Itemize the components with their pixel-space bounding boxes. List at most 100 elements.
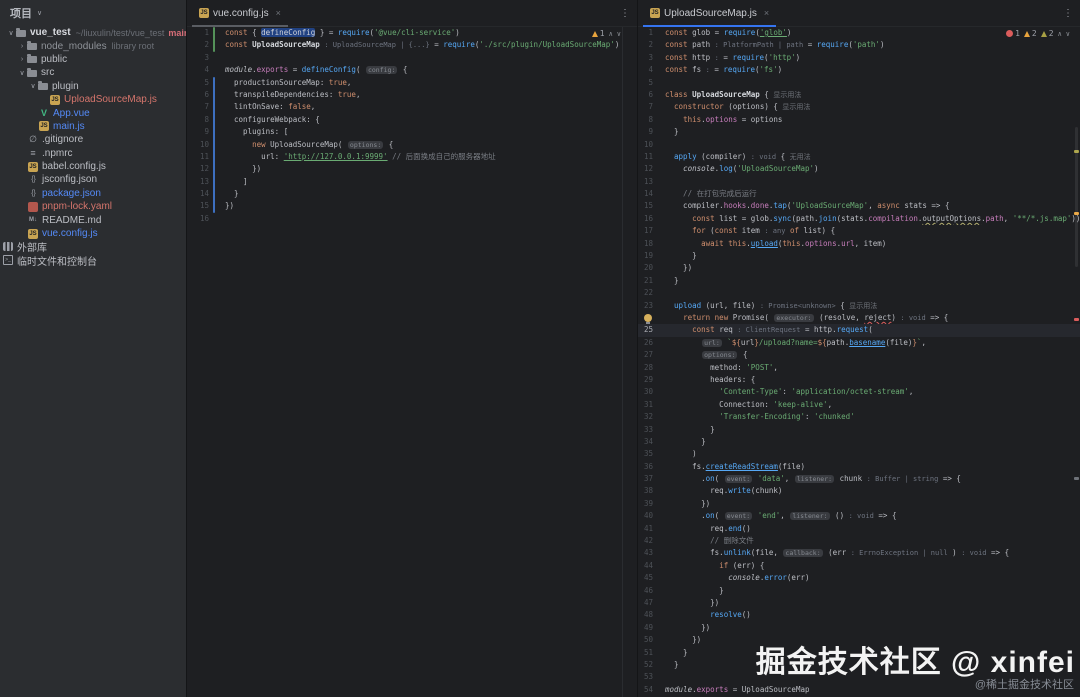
tree-item[interactable]: JS babel.config.js [0, 160, 186, 173]
code-line[interactable]: 45 console.error(err) [638, 572, 1080, 584]
line-number[interactable]: 49 [638, 622, 653, 634]
tab-upload-source-map-js[interactable]: JS UploadSourceMap.js × [643, 0, 777, 27]
line-number[interactable]: 1 [187, 27, 209, 39]
code-line[interactable]: return new Promise( executor: (resolve, … [638, 312, 1080, 324]
code-line[interactable]: 19 } [638, 250, 1080, 262]
tree-item[interactable]: ∨ plugin [0, 80, 186, 93]
line-number[interactable]: 35 [638, 448, 653, 460]
chevron-down-icon[interactable]: ∨ [17, 69, 27, 77]
line-number[interactable]: 15 [187, 200, 209, 212]
tree-item[interactable]: >_ 临时文件和控制台 [0, 254, 186, 267]
warning-badge[interactable]: 2 [1023, 29, 1037, 38]
code-line[interactable]: 1 const { defineConfig } = require('@vue/… [187, 27, 637, 39]
line-number[interactable]: 23 [638, 300, 653, 312]
code-line[interactable]: 20 }) [638, 262, 1080, 274]
code-line[interactable]: 28 method: 'POST', [638, 362, 1080, 374]
line-number[interactable]: 2 [638, 39, 653, 51]
line-number[interactable]: 50 [638, 634, 653, 646]
code-line[interactable]: 35 ) [638, 448, 1080, 460]
chevron-right-icon[interactable]: › [17, 56, 27, 63]
code-line[interactable]: 10 [638, 139, 1080, 151]
line-number[interactable]: 4 [638, 64, 653, 76]
tree-item[interactable]: JS main.js [0, 120, 186, 133]
line-number[interactable]: 36 [638, 461, 653, 473]
code-line[interactable]: 23 upload (url, file) : Promise<unknown>… [638, 300, 1080, 312]
line-number[interactable]: 5 [187, 77, 209, 89]
code-line[interactable]: 10 new UploadSourceMap( options: { [187, 139, 637, 151]
code-line[interactable]: 46 } [638, 585, 1080, 597]
tab-vue-config-js[interactable]: JS vue.config.js × [192, 0, 288, 27]
previous-problem-icon[interactable]: ∧ [609, 30, 613, 38]
code-line[interactable]: 15 compiler.hooks.done.tap('UploadSource… [638, 200, 1080, 212]
line-number[interactable]: 10 [638, 139, 653, 151]
line-number[interactable]: 7 [638, 101, 653, 113]
code-line[interactable]: 43 fs.unlink(file, callback: (err : Errn… [638, 547, 1080, 559]
code-line[interactable]: 12 console.log('UploadSourceMap') [638, 163, 1080, 175]
code-line[interactable]: 40 .on( event: 'end', listener: () : voi… [638, 510, 1080, 522]
code-line[interactable]: 18 await this.upload(this.options.url, i… [638, 238, 1080, 250]
code-line[interactable]: 12 }) [187, 163, 637, 175]
code-editor-upload-source-map[interactable]: 1 const glob = require('glob') 2 const path… [638, 27, 1080, 697]
line-number[interactable]: 4 [187, 64, 209, 76]
tree-item[interactable]: { } jsconfig.json [0, 173, 186, 186]
tree-item[interactable]: ∨ vue_test ~/liuxulin/test/vue_testmain / … [0, 26, 186, 39]
line-number[interactable]: 27 [638, 349, 653, 361]
line-number[interactable]: 34 [638, 436, 653, 448]
line-number[interactable]: 22 [638, 287, 653, 299]
line-number[interactable]: 51 [638, 647, 653, 659]
code-line[interactable]: 14 } [187, 188, 637, 200]
line-number[interactable]: 25 [638, 324, 653, 336]
code-line[interactable]: 8 this.options = options [638, 114, 1080, 126]
line-number[interactable]: 20 [638, 262, 653, 274]
line-number[interactable]: 48 [638, 609, 653, 621]
code-line[interactable]: 3 const http : = require('http') [638, 52, 1080, 64]
code-line[interactable]: 32 'Transfer-Encoding': 'chunked' [638, 411, 1080, 423]
line-number[interactable]: 2 [187, 39, 209, 51]
line-number[interactable]: 14 [187, 188, 209, 200]
project-panel-header[interactable]: 项目 ∨ [0, 0, 186, 26]
tree-item[interactable]: M↓ README.md [0, 213, 186, 226]
line-number[interactable]: 13 [638, 176, 653, 188]
code-line[interactable]: 36 fs.createReadStream(file) [638, 461, 1080, 473]
code-line[interactable]: 13 [638, 176, 1080, 188]
comment-stripe-mark[interactable] [1074, 477, 1079, 480]
line-number[interactable]: 7 [187, 101, 209, 113]
line-number[interactable]: 52 [638, 659, 653, 671]
line-number[interactable]: 15 [638, 200, 653, 212]
code-line[interactable]: 25 const req : ClientRequest = http.requ… [638, 324, 1080, 337]
code-line[interactable]: 30 'Content-Type': 'application/octet-st… [638, 386, 1080, 398]
line-number[interactable]: 18 [638, 238, 653, 250]
line-number[interactable]: 11 [638, 151, 653, 163]
close-icon[interactable]: × [276, 8, 281, 18]
line-number[interactable]: 14 [638, 188, 653, 200]
code-line[interactable]: 9 plugins: [ [187, 126, 637, 138]
line-number[interactable]: 12 [638, 163, 653, 175]
line-number[interactable]: 29 [638, 374, 653, 386]
tree-item[interactable]: JS UploadSourceMap.js [0, 93, 186, 106]
line-number[interactable]: 12 [187, 163, 209, 175]
code-line[interactable]: 11 url: 'http://127.0.0.1:9999' // 后面换成自… [187, 151, 637, 163]
code-line[interactable]: 39 }) [638, 498, 1080, 510]
line-number[interactable]: 21 [638, 275, 653, 287]
code-line[interactable]: 8 configureWebpack: { [187, 114, 637, 126]
line-number[interactable]: 30 [638, 386, 653, 398]
tree-item[interactable]: ∨ src [0, 66, 186, 79]
tree-item[interactable]: JS vue.config.js [0, 227, 186, 240]
error-badge[interactable]: 1 [1006, 29, 1020, 38]
code-line[interactable]: 2 const path : PlatformPath | path = requ… [638, 39, 1080, 51]
line-number[interactable]: 10 [187, 139, 209, 151]
line-number[interactable]: 38 [638, 485, 653, 497]
weak-warning-badge[interactable]: 2 [1040, 29, 1054, 38]
next-problem-icon[interactable]: ∨ [617, 30, 621, 38]
line-number[interactable]: 1 [638, 27, 653, 39]
chevron-down-icon[interactable]: ∨ [28, 82, 38, 90]
line-number[interactable]: 54 [638, 684, 653, 696]
code-line[interactable]: 14 // 在打包完成后运行 [638, 188, 1080, 200]
line-number[interactable]: 5 [638, 77, 653, 89]
line-number[interactable]: 42 [638, 535, 653, 547]
code-line[interactable]: 27 options: { [638, 349, 1080, 361]
line-number[interactable]: 19 [638, 250, 653, 262]
code-line[interactable]: 3 [187, 52, 637, 64]
line-number[interactable]: 3 [638, 52, 653, 64]
chevron-right-icon[interactable]: › [17, 43, 27, 50]
